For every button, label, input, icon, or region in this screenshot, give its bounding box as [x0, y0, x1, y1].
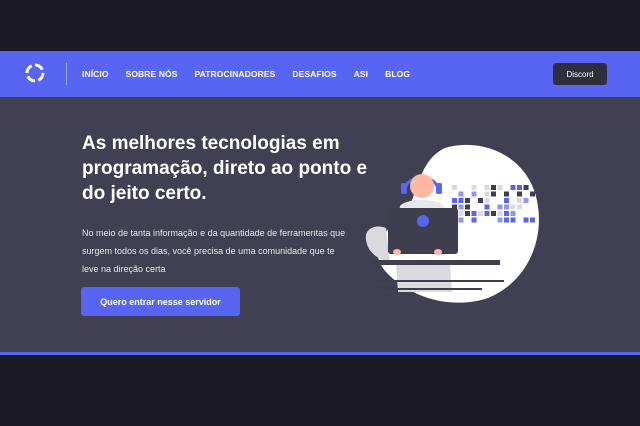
pixel-square: [504, 217, 509, 223]
pixel-square: [465, 198, 470, 203]
nav-link-desafios[interactable]: DESAFIOS: [292, 69, 336, 79]
nav-link-sobre-nos[interactable]: SOBRE NÓS: [126, 69, 178, 79]
pixel-square: [484, 198, 490, 203]
pixel-square: [484, 191, 490, 197]
pixel-square: [504, 198, 509, 203]
hero-bottom-accent-bar: [0, 352, 640, 355]
pixel-square: [510, 211, 516, 216]
pixel-square: [497, 217, 503, 223]
pixel-square: [517, 185, 522, 190]
pixel-square: [452, 198, 457, 203]
pixel-square: [510, 217, 516, 223]
pixel-square: [458, 211, 464, 216]
pixel-square: [530, 191, 535, 197]
pixel-square: [523, 185, 529, 190]
pixel-square: [530, 217, 535, 223]
pixel-square: [458, 198, 464, 203]
join-server-button[interactable]: Quero entrar nesse servidor: [81, 287, 240, 316]
pixel-square: [517, 204, 522, 210]
pixel-square: [471, 211, 477, 216]
pixel-square: [523, 217, 529, 223]
pixel-square: [484, 185, 490, 190]
pixel-square: [497, 185, 503, 190]
pixel-square: [491, 191, 496, 197]
nav-link-inicio[interactable]: INÍCIO: [82, 69, 109, 79]
nav-links: INÍCIO SOBRE NÓS PATROCINADORES DESAFIOS…: [82, 51, 427, 97]
pixel-square: [458, 191, 464, 197]
pixel-square: [478, 211, 483, 216]
ring-logo-icon[interactable]: [24, 62, 46, 84]
pixel-square: [497, 211, 503, 216]
top-navbar: INÍCIO SOBRE NÓS PATROCINADORES DESAFIOS…: [0, 51, 640, 97]
pixel-square: [491, 211, 496, 216]
pixel-square: [504, 204, 509, 210]
nav-link-patrocinadores[interactable]: PATROCINADORES: [195, 69, 276, 79]
pixel-square: [471, 185, 477, 190]
hero-description: No meio de tanta informação e da quantid…: [82, 228, 346, 274]
pixel-square: [517, 191, 522, 197]
pixel-square: [471, 191, 477, 197]
nav-link-blog[interactable]: BLOG: [385, 69, 410, 79]
pixel-square: [523, 198, 529, 203]
pixel-square: [517, 198, 522, 203]
pixel-square: [458, 204, 464, 210]
pixel-square: [510, 185, 516, 190]
pixel-square: [465, 204, 470, 210]
pixel-square: [465, 211, 470, 216]
hero-title: As melhores tecnologias em programação, …: [82, 133, 368, 204]
discord-button[interactable]: Discord: [553, 63, 607, 85]
pixel-square: [452, 185, 457, 190]
pixel-square: [478, 198, 483, 203]
nav-divider: [66, 63, 67, 85]
pixel-square: [504, 211, 509, 216]
nav-link-asi[interactable]: ASI: [354, 69, 368, 79]
pixel-square: [484, 204, 490, 210]
pixel-square: [497, 204, 503, 210]
pixel-square: [491, 185, 496, 190]
person-at-laptop-illustration: [365, 144, 539, 303]
pixel-square: [510, 204, 516, 210]
pixel-square: [484, 211, 490, 216]
pixel-square: [458, 217, 464, 223]
pixel-square: [504, 191, 509, 197]
pixel-square: [471, 217, 477, 223]
